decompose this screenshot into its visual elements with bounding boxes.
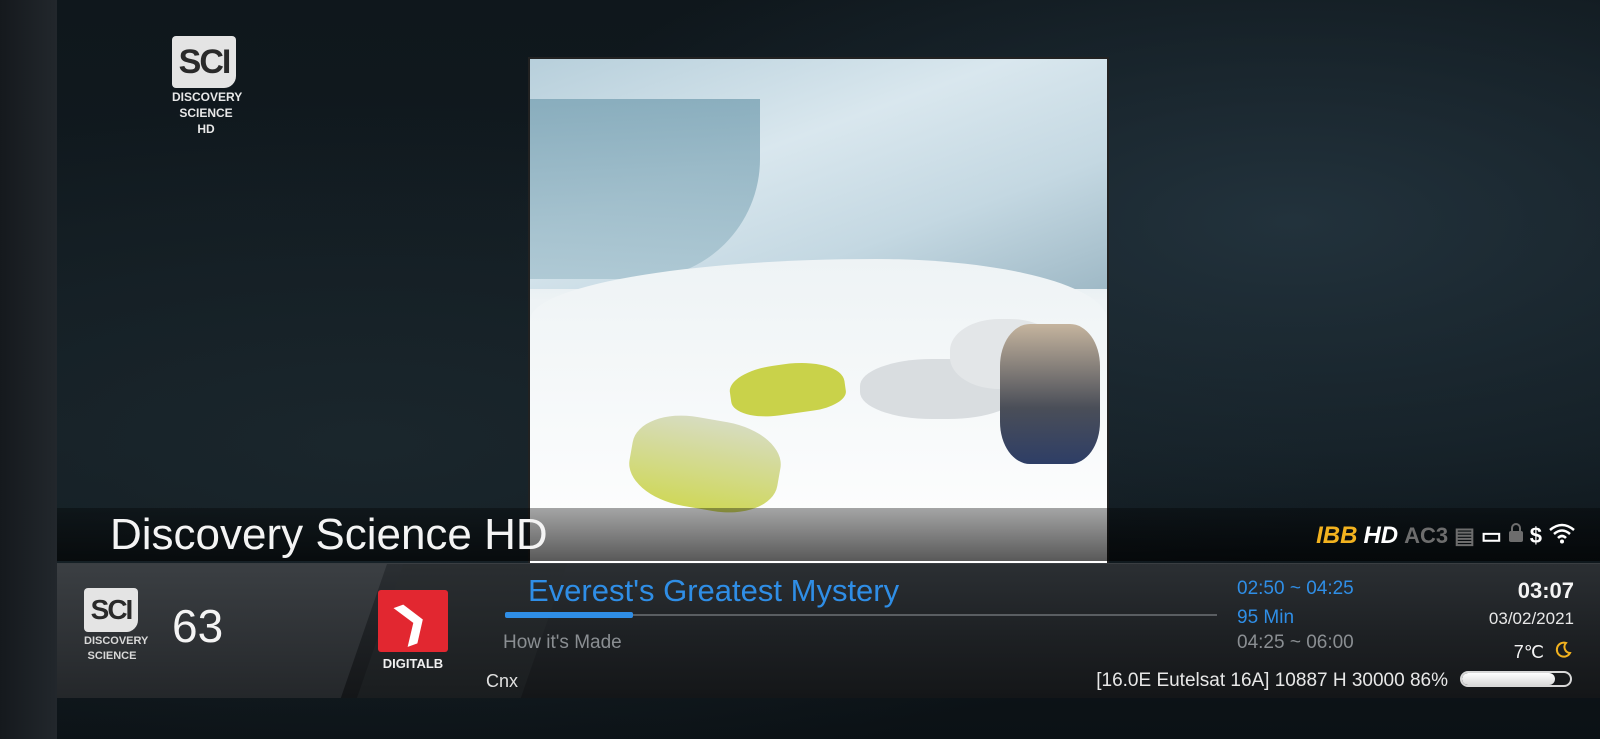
screen-icon: ▭ xyxy=(1480,523,1502,548)
logo-text-line: HD xyxy=(197,122,215,136)
cnx-label: Cnx xyxy=(486,671,519,691)
wifi-icon xyxy=(1548,522,1576,550)
next-program-title: How it's Made xyxy=(503,632,622,653)
weather: 7℃ xyxy=(1514,641,1572,664)
hd-indicator: HD xyxy=(1363,522,1399,549)
channel-watermark-logo: SCI DISCOVERY SCIENCE HD xyxy=(172,36,243,136)
satellite-transponder: [16.0E Eutelsat 16A] 10887 H 30000 xyxy=(1096,670,1405,691)
channel-number: 63 xyxy=(172,600,224,652)
subtitle-icon: ▤ xyxy=(1454,523,1475,548)
channel-name: Discovery Science HD xyxy=(110,510,548,559)
clock: 03:07 xyxy=(1517,578,1574,603)
logo-text-line: DISCOVERY xyxy=(84,635,149,647)
channel-logo: SCI DISCOVERY SCIENCE xyxy=(84,588,149,662)
signal-strength-fill xyxy=(1462,673,1555,685)
satellite-info: [16.0E Eutelsat 16A] 10887 H 30000 86% xyxy=(1096,670,1448,692)
logo-text-line: DISCOVERY xyxy=(172,90,243,104)
signal-percent: 86% xyxy=(1409,670,1448,691)
backpack xyxy=(1000,324,1100,464)
signal-strength-bar xyxy=(1460,671,1572,687)
current-program-remaining: 95 Min xyxy=(1237,607,1295,628)
current-program-title: Everest's Greatest Mystery xyxy=(528,573,900,608)
status-indicators: IBB HD AC3 ▤ ▭ $ xyxy=(1316,522,1576,550)
temperature: 7℃ xyxy=(1513,642,1544,662)
left-bezel xyxy=(0,0,57,739)
ac3-indicator: AC3 xyxy=(1404,523,1449,548)
sci-logo-mark: SCI xyxy=(84,588,138,632)
lock-icon xyxy=(1508,523,1524,549)
logo-text-line: SCIENCE xyxy=(179,106,233,120)
program-progress-bar xyxy=(505,612,1217,618)
digitalb-logo-mark: ❯ xyxy=(378,590,448,652)
provider-label: DIGITALB xyxy=(382,656,444,671)
sci-logo-mark: SCI xyxy=(172,36,236,88)
logo-text-line: SCIENCE xyxy=(87,650,137,662)
next-program-time: 04:25 ~ 06:00 xyxy=(1237,632,1354,653)
dollar-icon: $ xyxy=(1529,523,1542,548)
moon-icon xyxy=(1554,641,1572,664)
date: 03/02/2021 xyxy=(1488,609,1574,628)
provider-mark-glyph: ❯ xyxy=(387,594,435,648)
current-program-time: 02:50 ~ 04:25 xyxy=(1237,578,1354,599)
provider-logo: ❯ DIGITALB xyxy=(377,590,449,671)
ibb-indicator: IBB xyxy=(1316,522,1358,549)
program-progress-fill xyxy=(505,612,634,618)
video-photo-insert xyxy=(528,57,1109,566)
